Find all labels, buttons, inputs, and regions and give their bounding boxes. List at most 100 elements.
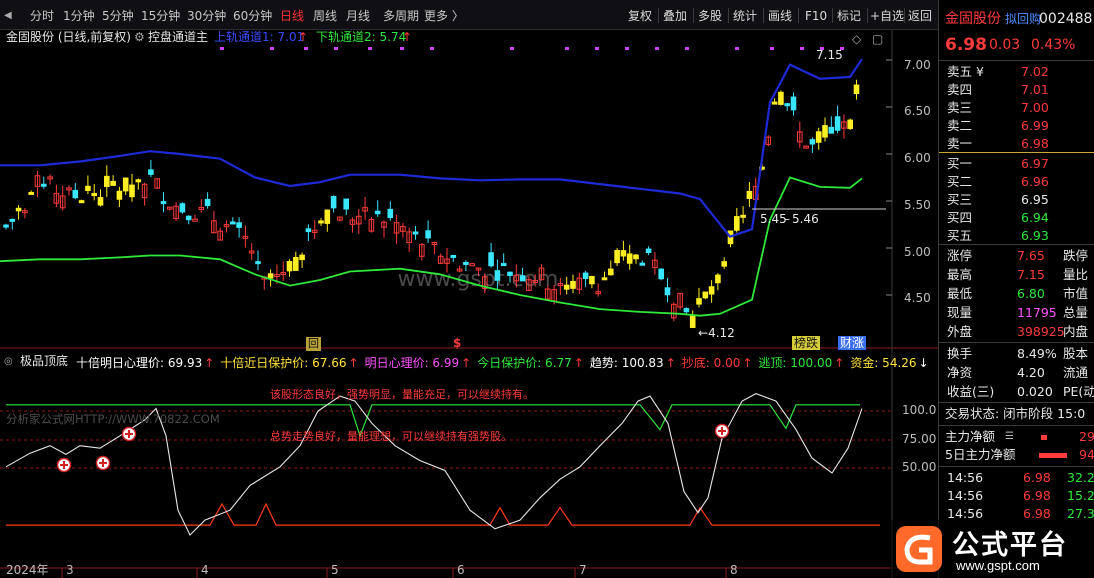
trading-status: 交易状态: 闭市阶段 15:0 <box>945 406 1086 421</box>
stat-label: 最高 <box>947 267 973 282</box>
period-tab-15min[interactable]: 15分钟 <box>141 7 180 25</box>
candle-body <box>664 287 671 296</box>
logo-url: www.gspt.com <box>956 558 1040 573</box>
diamond-icon[interactable]: ◇ <box>852 32 861 46</box>
candle-body <box>494 270 501 281</box>
candle-body <box>179 203 186 213</box>
candle-body <box>324 209 331 224</box>
tag-bangdie: 榜跌 <box>792 336 821 350</box>
candle-body <box>734 216 740 231</box>
price-tick: 5.00 <box>904 245 931 259</box>
ask-price: 7.01 <box>1021 82 1049 97</box>
period-tab-multi[interactable]: 多周期 <box>383 7 419 25</box>
signal-dot <box>400 47 404 50</box>
bid-row: 买四 6.94 <box>939 209 1094 227</box>
period-tab-5min[interactable]: 5分钟 <box>102 7 134 25</box>
bid-price: 6.93 <box>1021 228 1049 243</box>
sub-indicator-name[interactable]: 极品顶底 <box>20 354 68 368</box>
sub-indicator-value: 明日心理价: 6.99 <box>364 356 460 370</box>
mark-button[interactable]: 标记 <box>837 7 861 25</box>
period-tab-fenshi[interactable]: 分时 <box>30 7 54 25</box>
price-tick: 5.50 <box>904 198 931 212</box>
mid-price-left: 5.45 <box>760 212 787 226</box>
main-title: 金固股份 (日线,前复权) <box>6 30 131 44</box>
stat-value: 7.65 <box>1017 248 1045 263</box>
stock-name[interactable]: 金固股份 <box>945 10 1001 28</box>
candle-body <box>784 103 791 107</box>
period-tab-monthly[interactable]: 月线 <box>346 7 370 25</box>
sub-indicator-value: 趋势: 100.83 <box>589 356 664 370</box>
stat-label2: 量比 <box>1063 267 1089 282</box>
candle-body <box>41 183 47 187</box>
buy-plus-icon <box>714 423 730 439</box>
add-watchlist-button[interactable]: +自选 <box>870 7 904 25</box>
sub-tick: 75.00 <box>902 432 937 446</box>
signal-dot <box>770 47 774 50</box>
stat-row: 外盘 398925 内盘 <box>939 323 1094 341</box>
bid-price: 6.97 <box>1021 156 1049 171</box>
stat-row: 涨停 7.65 跌停 <box>939 247 1094 265</box>
candle-body <box>469 263 475 267</box>
price-tick: 7.00 <box>904 58 931 72</box>
candle-body <box>160 201 167 205</box>
draw-line-button[interactable]: 画线 <box>768 7 792 25</box>
bid-row: 买一 6.97 <box>939 155 1094 173</box>
signal-dot <box>368 47 372 50</box>
multi-stock-button[interactable]: 多股 <box>698 7 722 25</box>
signal-dot <box>430 47 434 50</box>
sub-indicator-values: 十倍明日心理价: 69.93 ↑ 十倍近日保护价: 67.66 ↑ 明日心理价: 6.9… <box>76 354 935 370</box>
price-pct: 0.43% <box>1031 37 1076 53</box>
settings-gear-icon[interactable]: ⚙ <box>134 30 145 44</box>
ask-price: 6.98 <box>1021 136 1049 151</box>
sub-tick: 100.0 <box>902 403 937 417</box>
candle-body <box>267 273 274 279</box>
date-tick: 8 <box>730 563 738 577</box>
back-button[interactable]: 返回 <box>908 7 932 25</box>
ask-label: 卖一 <box>947 136 973 151</box>
candle-body <box>110 180 116 186</box>
candle-body <box>721 261 728 267</box>
period-tab-daily[interactable]: 日线 <box>280 7 304 25</box>
candle-body <box>387 208 394 219</box>
kline-chart-area[interactable]: www.gspt.com 金固股份 (日线,前复权) ⚙ 控盘通道主 上轨通道1… <box>0 30 938 578</box>
list-icon[interactable]: ☰ <box>1005 428 1014 446</box>
period-tab-more[interactable]: 更多 〉 <box>424 7 464 25</box>
price-tick: 4.50 <box>904 291 931 305</box>
period-tab-60min[interactable]: 60分钟 <box>233 7 272 25</box>
candle-body <box>425 230 431 239</box>
candle-body <box>696 298 702 305</box>
candle-body <box>601 277 608 281</box>
candle-body <box>834 116 841 131</box>
up-arrow-icon: ↑ <box>834 356 845 370</box>
logo-text: 公式平台 <box>952 530 1068 561</box>
kline-chart-svg[interactable]: www.gspt.com <box>0 30 938 578</box>
fuquan-button[interactable]: 复权 <box>628 7 652 25</box>
stat-value: 7.15 <box>1017 267 1045 282</box>
stat-label2: PE(动 <box>1063 384 1094 399</box>
tick-price: 6.98 <box>1023 488 1051 503</box>
up-arrow-icon: ↑ <box>573 356 584 370</box>
formula-watermark: 分析家公式网HTTP://WWW.70822.COM <box>6 412 220 426</box>
stat-label: 涨停 <box>947 248 973 263</box>
overlay-button[interactable]: 叠加 <box>663 7 687 25</box>
indicator-name[interactable]: 控盘通道主 <box>148 30 208 44</box>
sub-collapse-icon[interactable]: ◎ <box>4 355 13 369</box>
ask-label: 卖四 <box>947 82 973 97</box>
f10-button[interactable]: F10 <box>805 7 827 25</box>
stats-button[interactable]: 统计 <box>733 7 757 25</box>
lower-channel-line <box>0 176 863 317</box>
period-tab-weekly[interactable]: 周线 <box>313 7 337 25</box>
buy-plus-icon <box>56 457 72 473</box>
buyback-tag[interactable]: 拟回购 <box>1005 10 1041 28</box>
collapse-icon[interactable]: ◀ <box>4 7 12 25</box>
window-icon[interactable]: ▢ <box>872 32 883 46</box>
stat-label2: 市值 <box>1063 286 1089 301</box>
candle-body <box>28 191 34 195</box>
period-tab-1min[interactable]: 1分钟 <box>63 7 95 25</box>
sub-indicator-value: 资金: 54.26 <box>850 356 917 370</box>
period-tab-30min[interactable]: 30分钟 <box>187 7 226 25</box>
candle-body <box>519 275 526 282</box>
up-arrow-icon: ↑ <box>665 356 676 370</box>
candle-body <box>463 261 469 265</box>
candle-body <box>608 268 614 276</box>
